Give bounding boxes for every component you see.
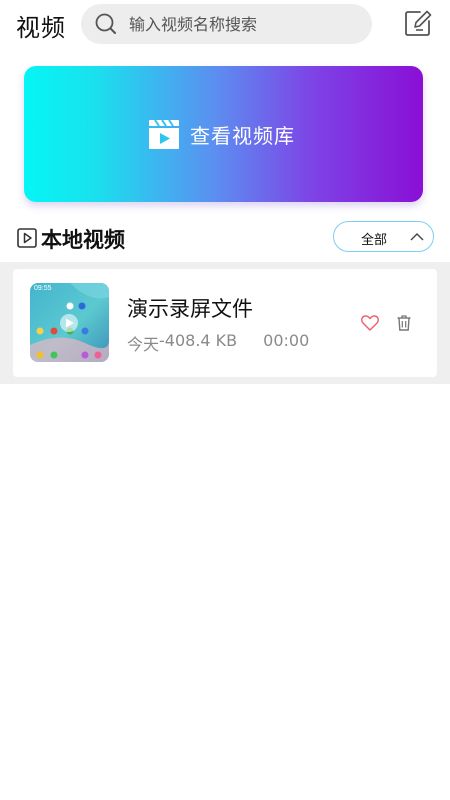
video-list: 09:55 演示录屏文件 今天 -408.4 KB 00:00: [0, 262, 450, 384]
edit-icon[interactable]: [404, 9, 432, 37]
video-date: 今天: [127, 335, 160, 354]
banner-label: 查看视频库: [190, 123, 295, 148]
chevron-up-icon: [410, 233, 424, 241]
filter-dropdown[interactable]: 全部: [333, 221, 434, 252]
video-library-icon: [149, 119, 179, 149]
thumbnail-clock: 09:55: [34, 285, 52, 292]
search-icon: [95, 13, 116, 34]
local-videos-header: 本地视频 全部: [0, 218, 450, 258]
top-bar: 视频: [0, 0, 450, 50]
search-bar[interactable]: [81, 4, 372, 44]
video-duration: 00:00: [263, 331, 310, 350]
banner-content: 查看视频库: [148, 116, 295, 152]
video-meta: 今天 -408.4 KB 00:00: [127, 331, 309, 355]
play-box-icon: [17, 228, 37, 248]
filter-selected-value: 全部: [361, 233, 388, 248]
video-thumbnail[interactable]: 09:55: [30, 283, 109, 362]
trash-icon[interactable]: [397, 315, 411, 331]
section-title: 本地视频: [41, 228, 125, 252]
video-library-banner[interactable]: 查看视频库: [24, 66, 423, 202]
video-size: -408.4 KB: [159, 331, 238, 350]
list-item[interactable]: 09:55 演示录屏文件 今天 -408.4 KB 00:00: [13, 269, 437, 377]
heart-icon[interactable]: [361, 315, 379, 331]
video-title: 演示录屏文件: [127, 297, 253, 321]
search-input[interactable]: [129, 4, 359, 44]
page-title: 视频: [16, 14, 66, 42]
